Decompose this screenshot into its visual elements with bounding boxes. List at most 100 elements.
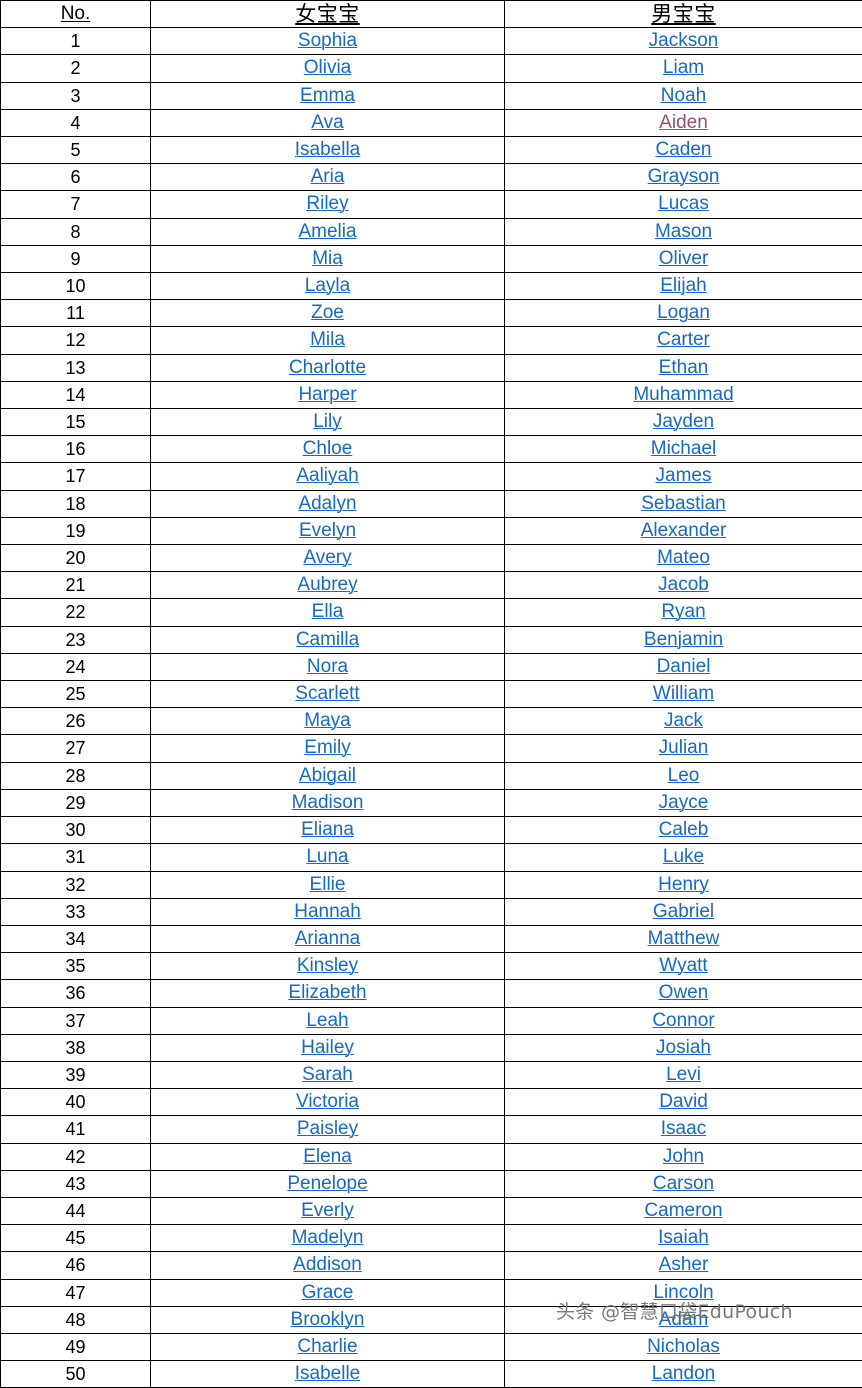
girl-name-link[interactable]: Harper <box>298 384 356 405</box>
girl-name-link[interactable]: Camilla <box>296 629 359 650</box>
boy-name-link[interactable]: Carson <box>653 1173 714 1194</box>
boy-name-link[interactable]: Logan <box>657 302 710 323</box>
girl-name-link[interactable]: Nora <box>307 656 348 677</box>
boy-name-link[interactable]: John <box>663 1146 704 1167</box>
girl-name-link[interactable]: Emily <box>304 737 350 758</box>
girl-name-link[interactable]: Abigail <box>299 765 356 786</box>
boy-name-link[interactable]: Mason <box>655 221 712 242</box>
boy-name-link[interactable]: Lucas <box>658 193 709 214</box>
girl-name-link[interactable]: Scarlett <box>295 683 359 704</box>
boy-name-link[interactable]: Jayce <box>659 792 709 813</box>
boy-name-link[interactable]: Jack <box>664 710 703 731</box>
girl-name-link[interactable]: Amelia <box>298 221 356 242</box>
boy-name-link[interactable]: Mateo <box>657 547 710 568</box>
boy-name-link[interactable]: Elijah <box>660 275 706 296</box>
girl-name-link[interactable]: Eliana <box>301 819 354 840</box>
girl-name-link[interactable]: Charlotte <box>289 357 366 378</box>
girl-name-link[interactable]: Zoe <box>311 302 344 323</box>
girl-name-link[interactable]: Mia <box>312 248 343 269</box>
boy-name-link[interactable]: Owen <box>659 982 709 1003</box>
boy-name-link[interactable]: Oliver <box>659 248 709 269</box>
boy-name-link[interactable]: Levi <box>666 1064 701 1085</box>
boy-name-link[interactable]: Luke <box>663 846 704 867</box>
boy-name-link[interactable]: Sebastian <box>641 493 726 514</box>
boy-name-link[interactable]: Henry <box>658 874 709 895</box>
boy-name-link[interactable]: David <box>659 1091 708 1112</box>
girl-name-link[interactable]: Elena <box>303 1146 352 1167</box>
girl-name-link[interactable]: Hannah <box>294 901 361 922</box>
boy-name-link[interactable]: Asher <box>659 1254 709 1275</box>
boy-name-link[interactable]: Josiah <box>656 1037 711 1058</box>
boy-name-link[interactable]: Matthew <box>648 928 720 949</box>
girl-name-link[interactable]: Elizabeth <box>288 982 366 1003</box>
girl-name-link[interactable]: Madelyn <box>292 1227 364 1248</box>
boy-name-link[interactable]: Benjamin <box>644 629 723 650</box>
boy-name-link[interactable]: Jackson <box>649 30 719 51</box>
girl-name-link[interactable]: Emma <box>300 85 355 106</box>
boy-name-link[interactable]: Isaiah <box>658 1227 709 1248</box>
boy-name-link[interactable]: William <box>653 683 714 704</box>
boy-name-link[interactable]: Alexander <box>641 520 727 541</box>
boy-name-link[interactable]: Wyatt <box>659 955 707 976</box>
girl-name-link[interactable]: Ava <box>311 112 343 133</box>
boy-name-link[interactable]: Daniel <box>657 656 711 677</box>
girl-name-link[interactable]: Riley <box>306 193 348 214</box>
girl-name-link[interactable]: Isabella <box>295 139 361 160</box>
boy-name-link[interactable]: James <box>656 465 712 486</box>
boy-name-link[interactable]: Aiden <box>659 112 708 133</box>
boy-name-link[interactable]: Grayson <box>648 166 720 187</box>
girl-name-link[interactable]: Madison <box>292 792 364 813</box>
girl-name-link[interactable]: Leah <box>306 1010 348 1031</box>
boy-name-link[interactable]: Lincoln <box>653 1282 713 1303</box>
girl-name-link[interactable]: Lily <box>313 411 342 432</box>
girl-name-link[interactable]: Kinsley <box>297 955 358 976</box>
girl-name-link[interactable]: Evelyn <box>299 520 356 541</box>
boy-name-link[interactable]: Liam <box>663 57 704 78</box>
girl-name-link[interactable]: Arianna <box>295 928 361 949</box>
boy-name-link[interactable]: Caleb <box>659 819 709 840</box>
girl-name-link[interactable]: Penelope <box>287 1173 367 1194</box>
boy-name-link[interactable]: Leo <box>668 765 700 786</box>
girl-name-link[interactable]: Ella <box>312 601 344 622</box>
boy-name-link[interactable]: Gabriel <box>653 901 714 922</box>
boy-name-link[interactable]: Connor <box>652 1010 714 1031</box>
girl-name-link[interactable]: Isabelle <box>295 1363 361 1384</box>
girl-name-link[interactable]: Layla <box>305 275 350 296</box>
girl-name-link[interactable]: Sophia <box>298 30 357 51</box>
boy-name-link[interactable]: Jayden <box>653 411 714 432</box>
boy-name-link[interactable]: Carter <box>657 329 710 350</box>
boy-name-link[interactable]: Jacob <box>658 574 709 595</box>
girl-name-link[interactable]: Maya <box>304 710 350 731</box>
boy-name-link[interactable]: Ethan <box>659 357 709 378</box>
boy-name-link[interactable]: Cameron <box>644 1200 722 1221</box>
girl-name-link[interactable]: Victoria <box>296 1091 359 1112</box>
girl-name-link[interactable]: Avery <box>303 547 351 568</box>
boy-name-link[interactable]: Caden <box>656 139 712 160</box>
girl-name-link[interactable]: Everly <box>301 1200 354 1221</box>
girl-name-link[interactable]: Addison <box>293 1254 362 1275</box>
girl-name-link[interactable]: Paisley <box>297 1118 358 1139</box>
boy-name-link[interactable]: Nicholas <box>647 1336 720 1357</box>
girl-name-link[interactable]: Aaliyah <box>296 465 358 486</box>
girl-name-link[interactable]: Olivia <box>304 57 352 78</box>
girl-name-link[interactable]: Ellie <box>310 874 346 895</box>
girl-name-link[interactable]: Chloe <box>303 438 353 459</box>
boy-name-link[interactable]: Noah <box>661 85 706 106</box>
girl-name-link[interactable]: Charlie <box>297 1336 357 1357</box>
boy-name-link[interactable]: Landon <box>652 1363 715 1384</box>
boy-name-link[interactable]: Michael <box>651 438 716 459</box>
boy-name-link[interactable]: Ryan <box>661 601 705 622</box>
boy-name-link[interactable]: Isaac <box>661 1118 706 1139</box>
girl-name-link[interactable]: Adalyn <box>298 493 356 514</box>
girl-name-link[interactable]: Aria <box>311 166 345 187</box>
boy-name-link[interactable]: Muhammad <box>633 384 733 405</box>
girl-name-link[interactable]: Hailey <box>301 1037 354 1058</box>
girl-name-link[interactable]: Brooklyn <box>291 1309 365 1330</box>
girl-name-link[interactable]: Luna <box>306 846 348 867</box>
boy-name-link[interactable]: Adam <box>659 1309 709 1330</box>
girl-name-link[interactable]: Grace <box>302 1282 354 1303</box>
girl-name-link[interactable]: Mila <box>310 329 345 350</box>
boy-name-link[interactable]: Julian <box>659 737 709 758</box>
girl-name-link[interactable]: Sarah <box>302 1064 353 1085</box>
girl-name-link[interactable]: Aubrey <box>297 574 357 595</box>
